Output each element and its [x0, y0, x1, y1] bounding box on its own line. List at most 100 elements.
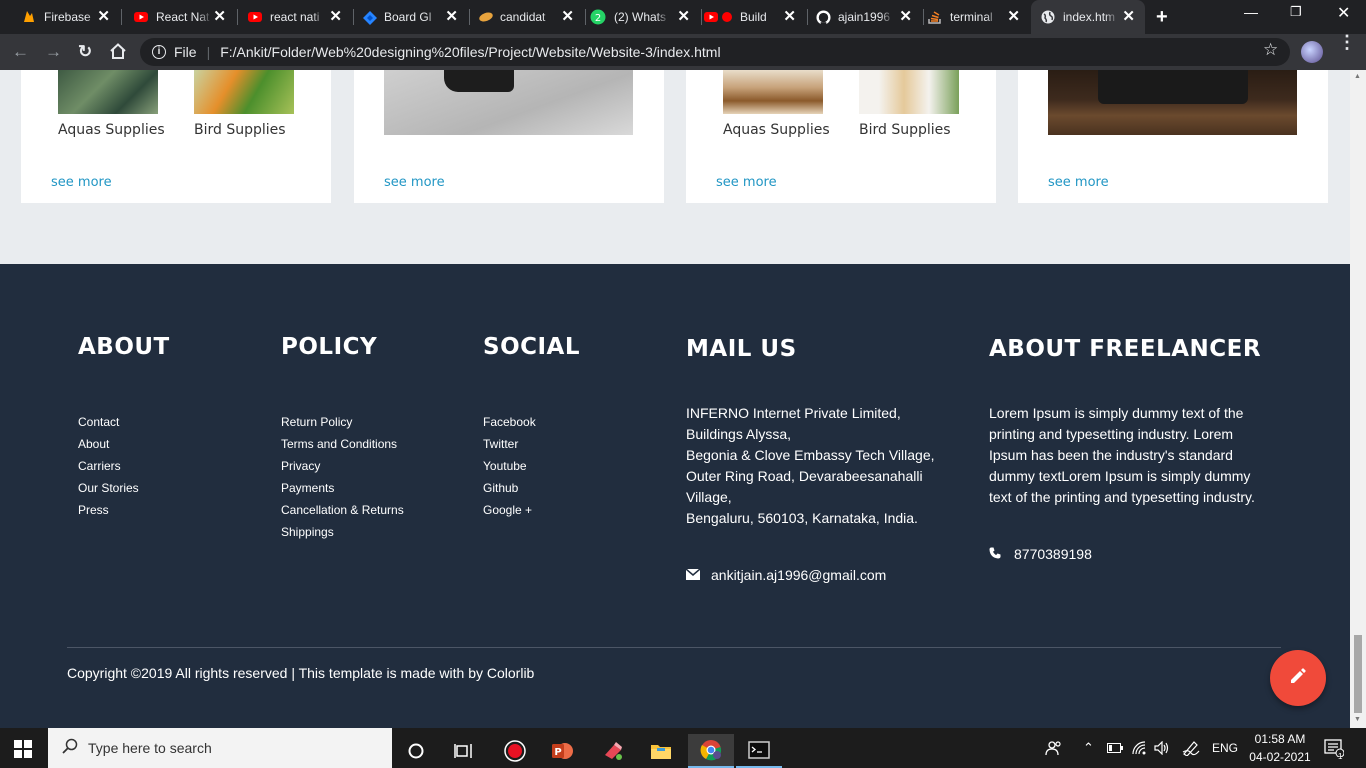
close-icon[interactable]: ✕: [1007, 9, 1020, 25]
tab-terminal[interactable]: terminal ✕: [924, 0, 1030, 34]
windows-start-icon[interactable]: [14, 740, 32, 758]
phone-contact[interactable]: 8770389198: [989, 546, 1092, 562]
minimize-icon[interactable]: —: [1244, 4, 1258, 20]
close-icon[interactable]: ✕: [1122, 9, 1135, 25]
tab-react-native-2[interactable]: react nati ✕: [238, 0, 352, 34]
footer-link[interactable]: About: [78, 433, 170, 455]
footer-link[interactable]: Cancellation & Returns: [281, 499, 404, 521]
screen-recorder-icon[interactable]: [492, 734, 538, 768]
email-address[interactable]: ankitjain.aj1996@gmail.com: [711, 567, 886, 583]
wifi-icon[interactable]: [1132, 728, 1148, 768]
close-icon[interactable]: ✕: [677, 9, 690, 25]
footer-policy-column: POLICY Return Policy Terms and Condition…: [281, 334, 404, 543]
footer-heading: MAIL US: [686, 336, 797, 362]
tab-firebase[interactable]: Firebase ✕: [0, 0, 120, 34]
avatar[interactable]: [1301, 41, 1323, 63]
see-more-link[interactable]: see more: [51, 175, 112, 190]
volume-icon[interactable]: [1154, 728, 1170, 768]
footer-link[interactable]: Return Policy: [281, 411, 404, 433]
url-text[interactable]: F:/Ankit/Folder/Web%20designing%20files/…: [220, 44, 720, 60]
info-icon[interactable]: i: [152, 45, 166, 59]
language-indicator[interactable]: ENG: [1212, 728, 1238, 768]
page-scrollbar[interactable]: ▲ ▼: [1350, 70, 1366, 728]
footer-divider: [67, 647, 1281, 648]
tab-candidate[interactable]: candidat ✕: [470, 0, 584, 34]
home-icon[interactable]: [109, 42, 127, 65]
tab-react-native-1[interactable]: React Nat ✕: [122, 0, 236, 34]
close-icon[interactable]: ✕: [783, 9, 796, 25]
item-caption[interactable]: Bird Supplies: [859, 122, 951, 138]
footer-link[interactable]: Press: [78, 499, 170, 521]
close-icon[interactable]: ✕: [561, 9, 574, 25]
cortana-icon[interactable]: [393, 734, 439, 768]
close-icon[interactable]: ✕: [329, 9, 342, 25]
people-icon[interactable]: [1045, 728, 1063, 768]
task-view-icon[interactable]: [440, 734, 486, 768]
new-tab-button[interactable]: +: [1156, 6, 1168, 29]
scrollbar-thumb[interactable]: [1354, 635, 1362, 713]
phone-number[interactable]: 8770389198: [1014, 546, 1092, 562]
chrome-taskbar-icon[interactable]: [688, 734, 734, 768]
footer-link[interactable]: Privacy: [281, 455, 404, 477]
item-caption[interactable]: Aquas Supplies: [58, 122, 165, 138]
file-explorer-icon[interactable]: [638, 734, 684, 768]
footer-freelancer-column: ABOUT FREELANCER Lorem Ipsum is simply d…: [989, 336, 1261, 508]
tab-board[interactable]: Board Gl ✕: [354, 0, 468, 34]
menu-kebab-icon[interactable]: ⋮: [1338, 33, 1356, 51]
bookmark-star-icon[interactable]: ☆: [1263, 40, 1278, 60]
product-image[interactable]: [384, 70, 633, 135]
close-icon[interactable]: ✕: [899, 9, 912, 25]
see-more-link[interactable]: see more: [1048, 175, 1109, 190]
reload-icon[interactable]: ↻: [78, 42, 92, 62]
bird-supplies-image[interactable]: [194, 70, 294, 114]
category-card: see more: [354, 70, 664, 203]
address-bar[interactable]: i File | F:/Ankit/Folder/Web%20designing…: [140, 38, 1290, 66]
restore-icon[interactable]: ❐: [1290, 4, 1302, 20]
tab-index-active[interactable]: index.htm ✕: [1031, 0, 1145, 34]
forward-icon[interactable]: →: [45, 42, 62, 62]
terminal-taskbar-icon[interactable]: [736, 734, 782, 768]
footer-heading: SOCIAL: [483, 334, 581, 360]
footer-link[interactable]: Shippings: [281, 521, 404, 543]
close-icon[interactable]: ✕: [97, 9, 110, 25]
footer-link[interactable]: Youtube: [483, 455, 580, 477]
search-placeholder: Type here to search: [88, 740, 212, 756]
footer-link[interactable]: Twitter: [483, 433, 580, 455]
edit-fab-button[interactable]: [1270, 650, 1326, 706]
close-icon[interactable]: ✕: [213, 9, 226, 25]
scroll-down-icon[interactable]: ▼: [1354, 716, 1361, 723]
aquas-supplies-image[interactable]: [723, 70, 823, 114]
see-more-link[interactable]: see more: [384, 175, 445, 190]
email-contact[interactable]: ankitjain.aj1996@gmail.com: [685, 567, 886, 583]
footer-link[interactable]: Github: [483, 477, 580, 499]
footer-link[interactable]: Google +: [483, 499, 580, 521]
paint-3d-icon[interactable]: [590, 734, 636, 768]
system-clock[interactable]: 01:58 AM 04-02-2021: [1240, 730, 1320, 766]
see-more-link[interactable]: see more: [716, 175, 777, 190]
close-icon[interactable]: ✕: [445, 9, 458, 25]
bird-supplies-image[interactable]: [859, 70, 959, 114]
product-image[interactable]: [1048, 70, 1297, 135]
footer-link[interactable]: Facebook: [483, 411, 580, 433]
footer-link[interactable]: Terms and Conditions: [281, 433, 404, 455]
taskbar-search-input[interactable]: Type here to search: [48, 728, 392, 768]
tab-whatsapp[interactable]: 2 (2) Whats ✕: [586, 0, 700, 34]
tab-github[interactable]: ajain1996 ✕: [808, 0, 922, 34]
battery-icon[interactable]: [1107, 728, 1123, 768]
close-window-icon[interactable]: ✕: [1337, 3, 1350, 23]
footer-link[interactable]: Our Stories: [78, 477, 170, 499]
pen-workspace-icon[interactable]: [1182, 728, 1200, 768]
footer-link[interactable]: Carriers: [78, 455, 170, 477]
aquas-supplies-image[interactable]: [58, 70, 158, 114]
powerpoint-icon[interactable]: P: [539, 734, 585, 768]
item-caption[interactable]: Aquas Supplies: [723, 122, 830, 138]
footer-link[interactable]: Contact: [78, 411, 170, 433]
back-icon[interactable]: ←: [12, 42, 29, 62]
category-card: see more: [1018, 70, 1328, 203]
scroll-up-icon[interactable]: ▲: [1354, 73, 1361, 80]
tab-build[interactable]: Build ✕: [702, 0, 806, 34]
notifications-icon[interactable]: 1: [1324, 728, 1344, 768]
item-caption[interactable]: Bird Supplies: [194, 122, 286, 138]
footer-link[interactable]: Payments: [281, 477, 404, 499]
chevron-up-icon[interactable]: ⌃: [1083, 728, 1094, 768]
